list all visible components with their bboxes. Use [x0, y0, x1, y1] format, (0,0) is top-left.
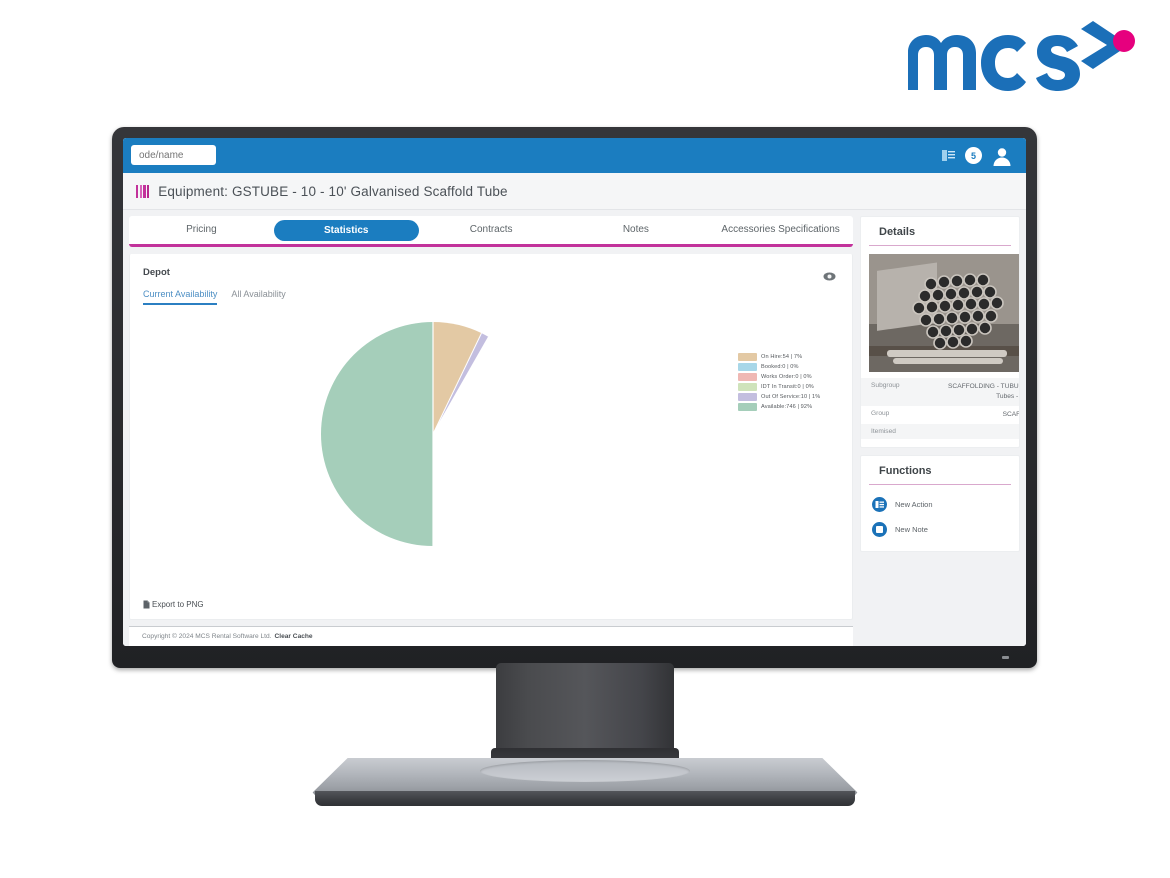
legend-label-works-order: Works Order:0 | 0% [761, 374, 812, 380]
export-file-icon [143, 600, 150, 609]
page-title: Equipment: GSTUBE - 10 - 10' Galvanised … [158, 183, 508, 199]
function-label: New Note [895, 524, 928, 534]
legend-swatch-works-order [738, 373, 757, 381]
depot-label: Depot [143, 267, 170, 278]
mcs-logo [900, 18, 1140, 96]
subtab-current-availability[interactable]: Current Availability [143, 289, 218, 305]
monitor-base-front [314, 791, 856, 806]
legend-item[interactable]: IDT In Transit:0 | 0% [738, 383, 838, 391]
export-label: Export to PNG [152, 600, 204, 609]
barcode-icon [136, 184, 150, 198]
legend-item[interactable]: On Hire:54 | 7% [738, 353, 838, 361]
details-panel: Details Subgroup SCAFFOLDING - TUBU Tube… [860, 216, 1020, 448]
legend-label-idt-in-transit: IDT In Transit:0 | 0% [761, 384, 814, 390]
topbar-actions: 5 [942, 146, 1016, 166]
chart-legend: On Hire:54 | 7% Booked:0 | 0% Works Orde… [738, 353, 838, 411]
screenshot-root: 5 [0, 0, 1170, 878]
legend-swatch-available [738, 403, 757, 411]
functions-panel: Functions New Action New Note [860, 454, 1020, 552]
copyright-text: Copyright © 2024 MCS Rental Software Ltd… [142, 633, 272, 640]
chart-area: On Hire:54 | 7% Booked:0 | 0% Works Orde… [130, 305, 852, 619]
legend-swatch-out-of-service [738, 393, 757, 401]
notification-badge[interactable]: 5 [965, 147, 982, 164]
legend-swatch-on-hire [738, 353, 757, 361]
monitor-base-oval [480, 760, 690, 782]
list-icon[interactable] [942, 150, 955, 161]
function-new-action[interactable]: New Action [861, 492, 1019, 517]
detail-row: Itemised [861, 423, 1019, 439]
legend-label-booked: Booked:0 | 0% [761, 364, 799, 370]
monitor-bezel: 5 [112, 127, 1037, 668]
tab-accessories-specifications[interactable]: Accessories Specifications [708, 216, 853, 244]
detail-value-group: SCAFF - Scaff [1002, 410, 1020, 418]
legend-item[interactable]: Available:746 | 92% [738, 403, 838, 411]
legend-item[interactable]: Works Order:0 | 0% [738, 373, 838, 381]
monitor-base [309, 758, 861, 810]
details-rows: Subgroup SCAFFOLDING - TUBULAR - Sc Tube… [861, 372, 1019, 447]
detail-row: Subgroup SCAFFOLDING - TUBULAR - Sc Tube… [861, 378, 1019, 406]
detail-label-itemised: Itemised [871, 427, 896, 435]
tab-bar: Pricing Statistics Contracts Notes Acces… [129, 216, 853, 247]
power-led [1002, 656, 1009, 659]
main-column: Pricing Statistics Contracts Notes Acces… [129, 216, 853, 646]
function-new-note[interactable]: New Note [861, 517, 1019, 542]
legend-item[interactable]: Out Of Service:10 | 1% [738, 393, 838, 401]
statistics-panel: Depot Current Availability All Availabil… [129, 254, 853, 620]
tab-contracts[interactable]: Contracts [419, 216, 564, 244]
availability-pie-chart [318, 319, 548, 549]
monitor-screen-area: 5 [123, 138, 1026, 646]
tab-pricing[interactable]: Pricing [129, 216, 274, 244]
legend-swatch-booked [738, 363, 757, 371]
user-avatar-icon[interactable] [992, 146, 1012, 166]
legend-item[interactable]: Booked:0 | 0% [738, 363, 838, 371]
equipment-thumbnail[interactable] [869, 254, 1019, 372]
search-box[interactable] [131, 145, 216, 165]
chart-options-icon[interactable] [823, 269, 836, 281]
tab-statistics[interactable]: Statistics [273, 219, 419, 241]
legend-label-on-hire: On Hire:54 | 7% [761, 354, 803, 360]
app-body: Pricing Statistics Contracts Notes Acces… [123, 210, 1026, 646]
subtab-all-availability[interactable]: All Availability [231, 289, 285, 305]
screen: 5 [123, 138, 1026, 646]
details-heading: Details [869, 217, 1011, 246]
monitor: 5 [112, 127, 1037, 668]
legend-label-available: Available:746 | 92% [761, 404, 813, 410]
function-label: New Action [895, 499, 933, 509]
availability-subtabs: Current Availability All Availability [130, 278, 852, 305]
detail-row: Group SCAFF - Scaff [861, 406, 1019, 424]
legend-swatch-idt-in-transit [738, 383, 757, 391]
new-note-icon [872, 521, 887, 537]
functions-heading: Functions [869, 456, 1011, 485]
application-window: 5 [123, 138, 1026, 646]
clear-cache-link[interactable]: Clear Cache [274, 633, 312, 640]
tab-notes[interactable]: Notes [564, 216, 709, 244]
detail-label-group: Group [871, 409, 890, 417]
detail-value-subgroup: SCAFFOLDING - TUBULAR - Sc Tubes - Clips… [948, 383, 1019, 400]
app-topbar: 5 [123, 138, 1026, 173]
legend-label-out-of-service: Out Of Service:10 | 1% [761, 394, 821, 400]
new-action-icon [872, 496, 887, 512]
search-input[interactable] [137, 148, 216, 162]
export-to-png-link[interactable]: Export to PNG [143, 600, 204, 609]
detail-label-subgroup: Subgroup [871, 382, 900, 389]
functions-list: New Action New Note [861, 485, 1019, 551]
side-column: Details Subgroup SCAFFOLDING - TUBU Tube… [860, 216, 1020, 646]
app-footer: Copyright © 2024 MCS Rental Software Ltd… [129, 626, 853, 646]
page-title-bar: Equipment: GSTUBE - 10 - 10' Galvanised … [123, 173, 1026, 210]
